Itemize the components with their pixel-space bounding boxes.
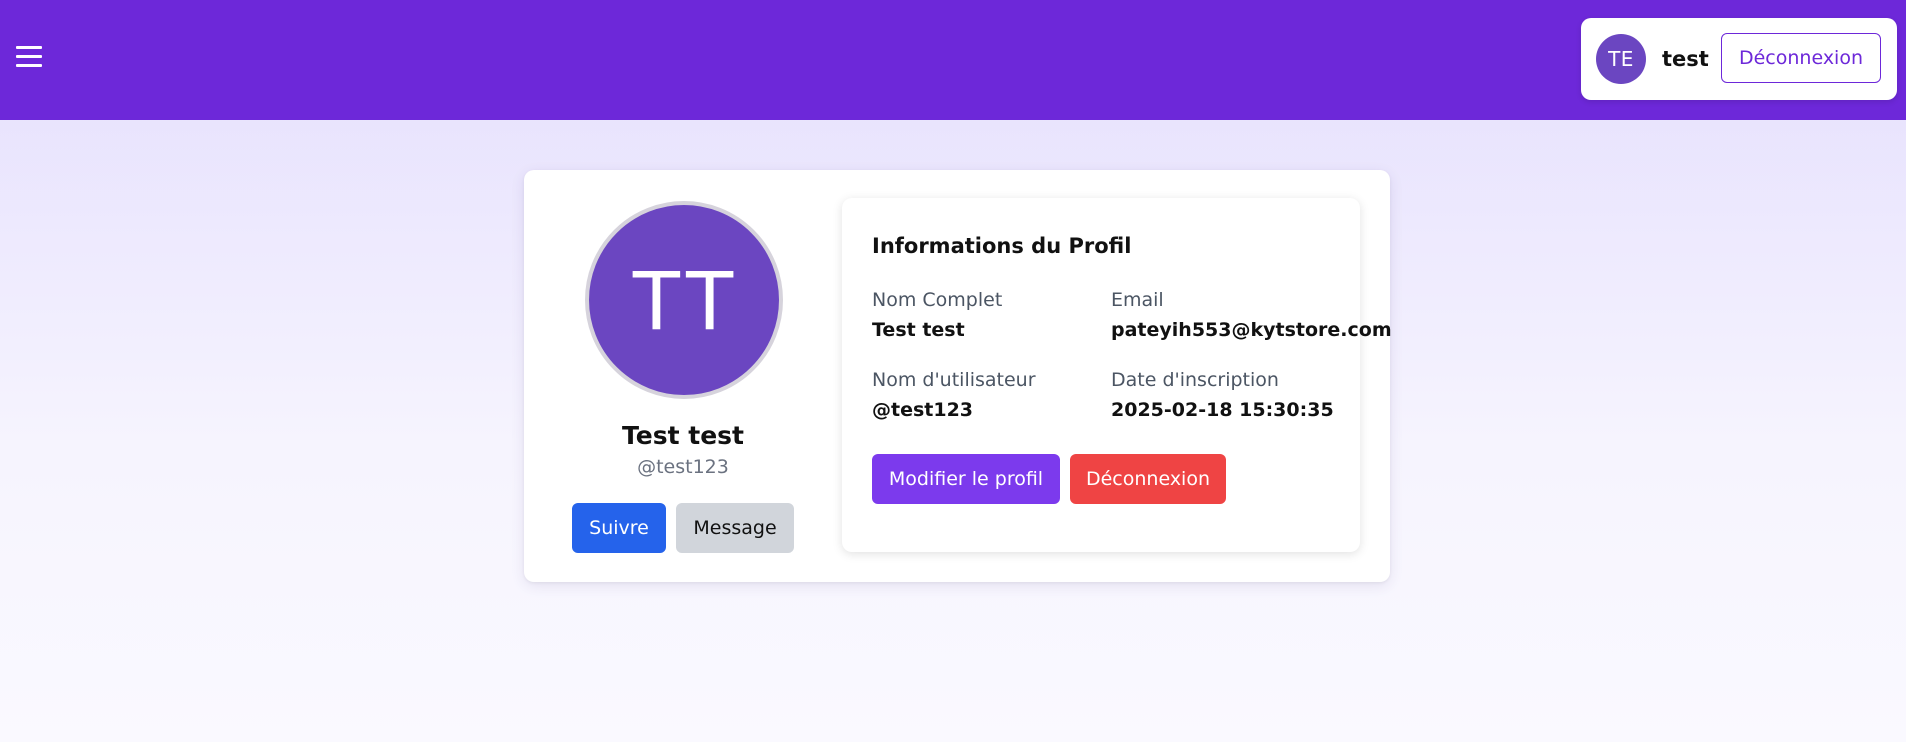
user-name: test (1662, 47, 1709, 71)
profile-full-name: Test test (622, 421, 744, 450)
profile-info-panel: Informations du Profil Nom Complet Test … (842, 198, 1392, 552)
message-button[interactable]: Message (676, 503, 794, 553)
menu-bar (16, 55, 42, 58)
email-label: Email (1111, 289, 1164, 311)
menu-bar (16, 64, 42, 67)
user-avatar[interactable]: TE (1596, 34, 1646, 84)
header-logout-button[interactable]: Déconnexion (1721, 33, 1881, 83)
signup-date-label: Date d'inscription (1111, 369, 1279, 391)
full-name-value: Test test (872, 319, 965, 341)
username-label: Nom d'utilisateur (872, 369, 1036, 391)
email-value: pateyih553@kytstore.com (1111, 319, 1392, 341)
logout-button[interactable]: Déconnexion (1070, 454, 1226, 504)
edit-profile-button[interactable]: Modifier le profil (872, 454, 1060, 504)
full-name-label: Nom Complet (872, 289, 1003, 311)
profile-avatar: TT (585, 201, 783, 399)
username-value: @test123 (872, 399, 974, 421)
top-navbar: TE test Déconnexion (0, 0, 1906, 120)
info-panel-title: Informations du Profil (872, 234, 1132, 258)
user-menu-card: TE test Déconnexion (1581, 18, 1897, 100)
menu-bar (16, 46, 42, 49)
follow-button[interactable]: Suivre (572, 503, 666, 553)
profile-username: @test123 (637, 456, 729, 478)
signup-date-value: 2025-02-18 15:30:35 (1111, 399, 1334, 421)
hamburger-menu-icon[interactable] (16, 46, 42, 68)
profile-card: TT Test test @test123 Suivre Message Inf… (524, 170, 1392, 582)
